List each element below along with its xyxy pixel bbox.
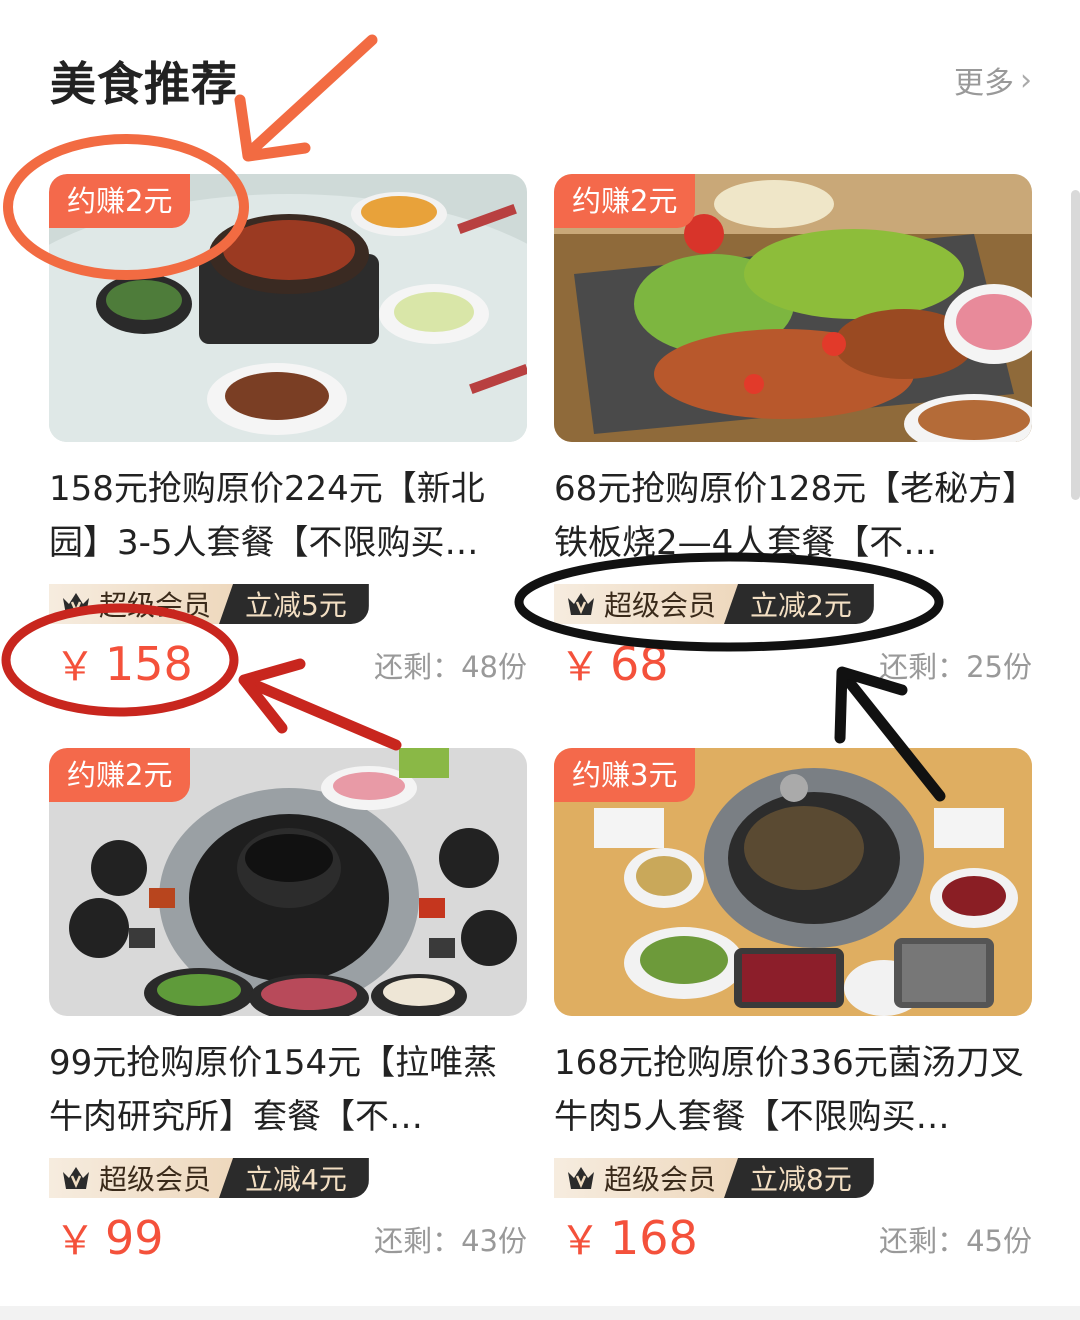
price-value: 68 <box>610 637 669 691</box>
product-title[interactable]: 158元抢购原价224元【新北园】3-5人套餐【不限购买… <box>49 462 527 570</box>
price: ￥ 99 <box>55 1208 164 1266</box>
product-card-2[interactable]: 约赚2元 68元抢购原价128元【老秘方】铁板烧2—4人套餐【不… 超级会员 立… <box>554 174 1032 744</box>
crown-icon <box>568 1167 594 1189</box>
stock-remaining: 还剩：43份 <box>374 1224 527 1258</box>
annotation-arrow-orange <box>246 34 378 156</box>
earn-badge: 约赚3元 <box>554 748 696 802</box>
vip-label: 超级会员 <box>99 589 212 622</box>
vip-label-pill: 超级会员 <box>554 584 739 624</box>
price-value: 158 <box>105 637 193 691</box>
chevron-right-icon: › <box>1020 62 1032 98</box>
product-card-1[interactable]: 约赚2元 158元抢购原价224元【新北园】3-5人套餐【不限购买… 超级会员 … <box>49 174 527 744</box>
crown-icon <box>63 593 89 615</box>
price-value: 168 <box>610 1211 698 1265</box>
vip-label: 超级会员 <box>99 1163 212 1196</box>
currency-symbol: ￥ <box>560 644 600 690</box>
vip-discount-tag: 超级会员 立减5元 <box>49 584 369 624</box>
vip-label: 超级会员 <box>604 589 717 622</box>
vip-discount-tag: 超级会员 立减4元 <box>49 1158 369 1198</box>
discount-label: 立减2元 <box>724 584 874 624</box>
scrollbar[interactable] <box>1071 190 1080 500</box>
vip-discount-tag: 超级会员 立减2元 <box>554 584 874 624</box>
currency-symbol: ￥ <box>55 1218 95 1264</box>
product-image[interactable]: 约赚2元 <box>49 174 527 442</box>
earn-badge: 约赚2元 <box>49 174 191 228</box>
more-label: 更多 <box>954 66 1014 101</box>
stock-remaining: 还剩：45份 <box>879 1224 1032 1258</box>
price-value: 99 <box>105 1211 164 1265</box>
bottom-divider <box>0 1306 1080 1320</box>
crown-icon <box>63 1167 89 1189</box>
product-title[interactable]: 68元抢购原价128元【老秘方】铁板烧2—4人套餐【不… <box>554 462 1032 570</box>
product-image[interactable]: 约赚2元 <box>554 174 1032 442</box>
vip-label-pill: 超级会员 <box>554 1158 739 1198</box>
discount-label: 立减5元 <box>219 584 369 624</box>
price: ￥ 158 <box>55 634 193 692</box>
currency-symbol: ￥ <box>55 644 95 690</box>
product-title[interactable]: 99元抢购原价154元【拉唯蒸牛肉研究所】套餐【不… <box>49 1036 527 1144</box>
stock-remaining: 还剩：25份 <box>879 650 1032 684</box>
earn-badge: 约赚2元 <box>554 174 696 228</box>
section-title: 美食推荐 <box>50 57 238 111</box>
vip-label-pill: 超级会员 <box>49 1158 234 1198</box>
price: ￥ 68 <box>560 634 669 692</box>
currency-symbol: ￥ <box>560 1218 600 1264</box>
discount-label: 立减8元 <box>724 1158 874 1198</box>
product-card-4[interactable]: 约赚3元 168元抢购原价336元菌汤刀叉牛肉5人套餐【不限购买… 超级会员 立… <box>554 748 1032 1318</box>
product-card-3[interactable]: 约赚2元 99元抢购原价154元【拉唯蒸牛肉研究所】套餐【不… 超级会员 立减4… <box>49 748 527 1318</box>
more-link[interactable]: 更多 › <box>954 58 1032 102</box>
vip-label: 超级会员 <box>604 1163 717 1196</box>
product-title[interactable]: 168元抢购原价336元菌汤刀叉牛肉5人套餐【不限购买… <box>554 1036 1032 1144</box>
product-image[interactable]: 约赚3元 <box>554 748 1032 1016</box>
price: ￥ 168 <box>560 1208 698 1266</box>
product-image[interactable]: 约赚2元 <box>49 748 527 1016</box>
vip-discount-tag: 超级会员 立减8元 <box>554 1158 874 1198</box>
vip-label-pill: 超级会员 <box>49 584 234 624</box>
earn-badge: 约赚2元 <box>49 748 191 802</box>
crown-icon <box>568 593 594 615</box>
stock-remaining: 还剩：48份 <box>374 650 527 684</box>
discount-label: 立减4元 <box>219 1158 369 1198</box>
